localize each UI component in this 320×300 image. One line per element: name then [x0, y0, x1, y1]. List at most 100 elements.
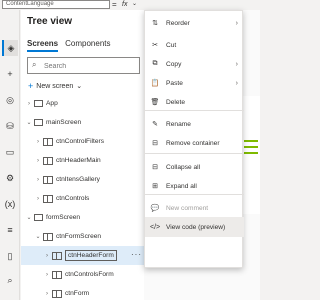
menu-item-label: Remove container [166, 139, 220, 147]
tree-item[interactable]: › ctnControlFilters [21, 132, 144, 151]
expand-all-icon: ⊞ [152, 183, 158, 190]
rename-icon: ✎ [152, 121, 158, 128]
chevron-right-icon[interactable]: › [25, 101, 33, 107]
tree-item[interactable]: ⌄ ctnFormScreen [21, 227, 144, 246]
container-icon [43, 194, 53, 203]
chevron-down-icon[interactable]: ⌄ [34, 233, 42, 240]
menu-separator [145, 194, 244, 195]
menu-item-view-code-preview[interactable]: </> View code (preview) [145, 217, 244, 237]
search-icon: ⌕ [32, 60, 37, 69]
search-rail-icon[interactable]: ⌕ [2, 272, 18, 288]
chevron-down-icon: ⌄ [76, 83, 83, 90]
search-input[interactable] [44, 60, 136, 72]
menu-item-label: Rename [166, 120, 191, 128]
screen-icon [34, 214, 43, 221]
variables-icon[interactable]: (x) [2, 196, 18, 212]
new-screen-button[interactable]: + New screen ⌄ [28, 80, 82, 92]
layers-icon[interactable]: ◈ [2, 40, 18, 56]
menu-item-collapse-all[interactable]: ⊟ Collapse all [145, 157, 244, 177]
canvas-decoration [244, 152, 258, 154]
container-icon [43, 232, 53, 241]
delete-icon: 🗑 [150, 99, 160, 106]
screen-icon [34, 100, 43, 107]
tree-item[interactable]: › ctnControlsForm [21, 265, 144, 284]
menu-item-label: Cut [166, 41, 177, 49]
fx-button[interactable]: fx [122, 0, 127, 9]
tree-item-label: ctnItensGallery [56, 176, 100, 183]
formula-bar: ContentLanguage = fx ⌄ [0, 0, 260, 10]
chevron-right-icon: › [235, 60, 238, 68]
tree-item[interactable]: › ctnHeaderMain [21, 151, 144, 170]
tab-components[interactable]: Components [65, 38, 110, 52]
property-dropdown[interactable]: ContentLanguage [2, 0, 110, 9]
container-icon [43, 156, 53, 165]
tree-item[interactable]: › ctnItensGallery [21, 170, 144, 189]
menu-separator [145, 153, 244, 154]
chevron-right-icon[interactable]: › [34, 158, 42, 164]
chevron-right-icon[interactable]: › [43, 272, 51, 278]
panel-title: Tree view [27, 16, 73, 27]
menu-item-delete[interactable]: 🗑 Delete [145, 92, 244, 112]
menu-item-label: Collapse all [166, 163, 201, 171]
tree-item-label: ctnControls [56, 195, 90, 202]
chevron-right-icon[interactable]: › [43, 253, 51, 259]
chevron-right-icon[interactable]: › [34, 196, 42, 202]
menu-item-copy[interactable]: ⧉ Copy › [145, 54, 244, 74]
database-icon[interactable]: ⛁ [2, 118, 18, 134]
more-options-icon[interactable]: ··· [131, 250, 142, 259]
library-icon[interactable]: ▯ [2, 248, 18, 264]
tree-item[interactable]: › ctnForm [21, 284, 144, 300]
context-menu: ⇅ Reorder › ✂ Cut ⧉ Copy › 📋 Paste › 🗑 Delete ✎ Rename… [144, 10, 244, 268]
chevron-down-icon[interactable]: ⌄ [25, 119, 33, 126]
chevron-down-icon[interactable]: ⌄ [25, 214, 33, 221]
cut-icon: ✂ [152, 42, 158, 49]
tree-item[interactable]: › ctnHeaderForm ··· [21, 246, 144, 265]
menu-separator [145, 110, 244, 111]
screen-icon [34, 119, 43, 126]
tree-item[interactable]: › ctnControls [21, 189, 144, 208]
canvas-decoration [244, 140, 258, 142]
chevron-down-icon[interactable]: ⌄ [132, 0, 137, 9]
menu-item-cut[interactable]: ✂ Cut [145, 35, 244, 55]
menu-item-label: Delete [166, 98, 186, 106]
tab-screens[interactable]: Screens [27, 38, 59, 52]
tree-item-label: ctnHeaderForm [65, 250, 117, 261]
remove-container-icon: ⊟ [152, 140, 158, 147]
menu-item-label: View code (preview) [166, 223, 226, 231]
tree-item[interactable]: ⌄ formScreen [21, 208, 144, 227]
container-icon [52, 270, 62, 279]
menu-item-new-comment[interactable]: 💬 New comment [145, 198, 244, 218]
tree-tabs: Screens Components [27, 38, 111, 52]
search-box[interactable]: ⌕ [27, 57, 140, 74]
chevron-right-icon[interactable]: › [43, 291, 51, 297]
paste-icon: 📋 [150, 80, 160, 87]
menu-item-label: Reorder [166, 19, 190, 27]
chevron-right-icon[interactable]: › [34, 177, 42, 183]
menu-item-label: Copy [166, 60, 182, 68]
menu-item-expand-all[interactable]: ⊞ Expand all [145, 176, 244, 196]
tree-item-label: mainScreen [46, 119, 82, 126]
tree-item[interactable]: › App [21, 94, 144, 113]
tools-icon[interactable]: ⚙ [2, 170, 18, 186]
collapse-all-icon: ⊟ [152, 164, 158, 171]
reorder-icon: ⇅ [152, 20, 158, 27]
container-icon [43, 137, 53, 146]
container-icon [43, 175, 53, 184]
left-rail: ◈ + ◎ ⛁ ▭ ⚙ (x) ≡ ▯ ⌕ [0, 10, 20, 300]
data-icon[interactable]: ◎ [2, 92, 18, 108]
tree-item-label: ctnControlFilters [56, 138, 105, 145]
chevron-right-icon: › [235, 79, 238, 87]
insert-icon[interactable]: + [2, 66, 18, 82]
menu-item-label: Paste [166, 79, 183, 87]
tree-item-label: ctnFormScreen [56, 233, 102, 240]
tree-item[interactable]: ⌄ mainScreen [21, 113, 144, 132]
menu-item-paste[interactable]: 📋 Paste › [145, 73, 244, 93]
chevron-right-icon[interactable]: › [34, 139, 42, 145]
menu-item-reorder[interactable]: ⇅ Reorder › [145, 13, 244, 33]
menu-item-remove-container[interactable]: ⊟ Remove container [145, 133, 244, 153]
canvas-decoration [244, 146, 258, 148]
menu-item-rename[interactable]: ✎ Rename [145, 114, 244, 134]
media-icon[interactable]: ▭ [2, 144, 18, 160]
comment-icon: 💬 [150, 205, 160, 212]
settings-icon[interactable]: ≡ [2, 222, 18, 238]
